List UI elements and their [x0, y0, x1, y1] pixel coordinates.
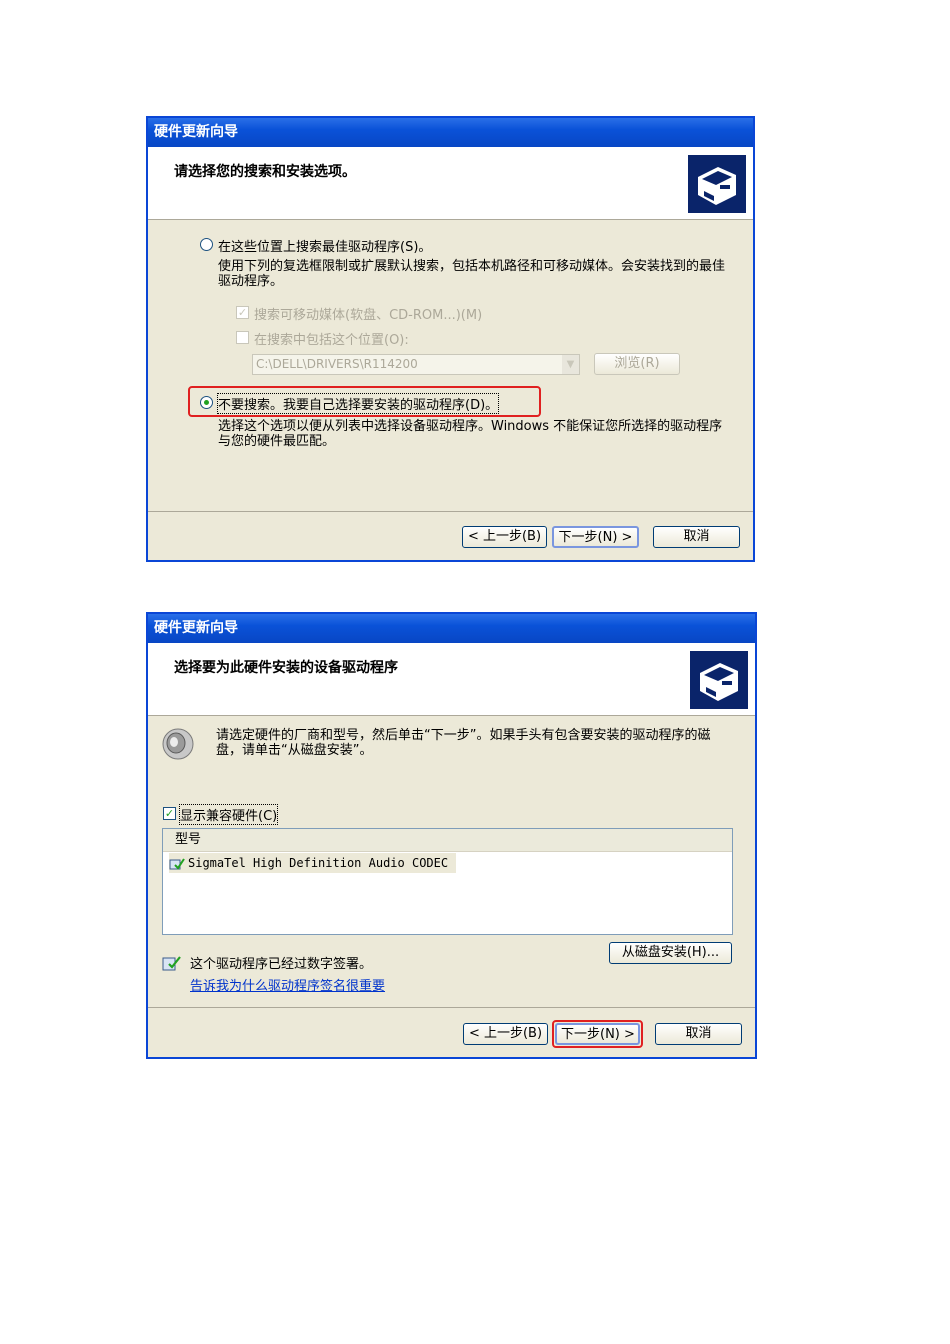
manual-select-driver-label[interactable]: 不要搜索。我要自己选择要安装的驱动程序(D)。	[216, 393, 500, 414]
title-bar[interactable]: 硬件更新向导	[148, 118, 753, 147]
back-button[interactable]: < 上一步(B)	[463, 1023, 548, 1045]
next-button[interactable]: 下一步(N) >	[555, 1023, 640, 1045]
location-combobox-value: C:\DELL\DRIVERS\R114200	[256, 357, 418, 371]
wizard-dialog-search-options: 硬件更新向导 请选择您的搜索和安装选项。 在这些位置上搜索最佳驱动程序(S)。 …	[146, 116, 755, 562]
search-best-driver-description: 使用下列的复选框限制或扩展默认搜索，包括本机路径和可移动媒体。会安装找到的最佳驱…	[218, 259, 726, 289]
search-best-driver-label[interactable]: 在这些位置上搜索最佳驱动程序(S)。	[218, 236, 431, 255]
instruction-text: 请选定硬件的厂商和型号，然后单击“下一步”。如果手头有包含要安装的驱动程序的磁盘…	[216, 728, 711, 758]
speaker-icon	[160, 726, 196, 762]
hardware-wizard-icon	[690, 651, 748, 709]
signed-driver-icon	[162, 954, 182, 972]
next-button[interactable]: 下一步(N) >	[552, 526, 639, 548]
include-location-label: 在搜索中包括这个位置(O):	[254, 333, 409, 348]
list-item[interactable]: SigmaTel High Definition Audio CODEC	[169, 853, 457, 873]
column-header-model[interactable]: 型号	[163, 829, 732, 852]
header-title: 请选择您的搜索和安装选项。	[174, 164, 356, 180]
show-compatible-label[interactable]: 显示兼容硬件(C)	[178, 804, 279, 825]
title-bar[interactable]: 硬件更新向导	[148, 614, 755, 643]
search-best-driver-radio[interactable]	[200, 238, 213, 251]
list-item-label: SigmaTel High Definition Audio CODEC	[188, 856, 449, 870]
model-listbox[interactable]: 型号 SigmaTel High Definition Audio CODEC	[162, 828, 733, 935]
have-disk-button[interactable]: 从磁盘安装(H)...	[609, 942, 732, 964]
signed-driver-text: 这个驱动程序已经过数字签署。	[190, 957, 373, 972]
footer-divider	[148, 1007, 755, 1008]
signing-info-link[interactable]: 告诉我为什么驱动程序签名很重要	[190, 975, 385, 994]
cancel-button[interactable]: 取消	[653, 526, 740, 548]
wizard-header: 选择要为此硬件安装的设备驱动程序	[148, 643, 755, 716]
signed-driver-icon	[169, 857, 185, 871]
show-compatible-checkbox[interactable]: ✓	[163, 807, 176, 820]
manual-select-driver-radio[interactable]	[200, 396, 213, 409]
manual-select-driver-description: 选择这个选项以便从列表中选择设备驱动程序。Windows 不能保证您所选择的驱动…	[218, 419, 723, 449]
back-button[interactable]: < 上一步(B)	[462, 526, 547, 548]
cancel-button[interactable]: 取消	[655, 1023, 742, 1045]
chevron-down-icon[interactable]: ▼	[562, 355, 579, 374]
footer-divider	[148, 511, 753, 512]
browse-button[interactable]: 浏览(R)	[594, 353, 680, 375]
header-title: 选择要为此硬件安装的设备驱动程序	[174, 660, 398, 676]
location-combobox[interactable]: C:\DELL\DRIVERS\R114200 ▼	[252, 354, 580, 375]
wizard-dialog-select-driver: 硬件更新向导 选择要为此硬件安装的设备驱动程序 请选定硬件的厂商和型号，然后单击…	[146, 612, 757, 1059]
hardware-wizard-icon	[688, 155, 746, 213]
search-removable-media-label: 搜索可移动媒体(软盘、CD-ROM...)(M)	[254, 308, 483, 323]
wizard-header: 请选择您的搜索和安装选项。	[148, 147, 753, 220]
include-location-checkbox[interactable]	[236, 331, 249, 344]
search-removable-media-checkbox[interactable]: ✓	[236, 306, 249, 319]
